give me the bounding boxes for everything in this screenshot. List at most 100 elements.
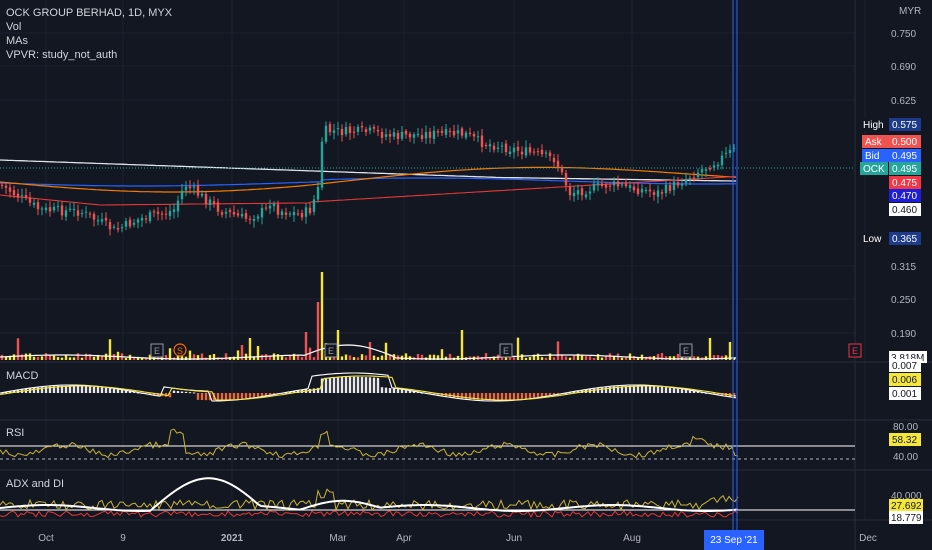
volume-bar <box>528 357 532 360</box>
macd-histogram-bar <box>500 393 504 401</box>
macd-histogram-bar <box>232 393 236 400</box>
candle-body <box>88 213 92 215</box>
candle-body <box>484 144 488 146</box>
volume-bar <box>304 332 308 360</box>
candle-body <box>128 219 132 227</box>
macd-histogram-bar <box>356 376 360 393</box>
macd-histogram-bar <box>396 389 400 393</box>
candle-body <box>592 183 596 191</box>
pane-label-macd[interactable]: MACD <box>6 370 38 382</box>
candle-body <box>444 129 448 135</box>
price-tag-label: Ask <box>865 137 883 148</box>
candle-body <box>480 135 484 147</box>
volume-bar <box>224 353 228 360</box>
candle-body <box>148 212 152 222</box>
macd-histogram-bar <box>104 387 108 393</box>
macd-histogram-bar <box>648 386 652 393</box>
candle-body <box>192 186 196 188</box>
macd-histogram-bar <box>248 393 252 398</box>
candle-body <box>364 129 368 133</box>
rsi-tag: 58.32 <box>892 435 917 446</box>
candle-body <box>468 132 472 134</box>
volume-bar <box>364 355 368 360</box>
volume-bar <box>104 353 108 360</box>
candle-body <box>280 211 284 215</box>
candle-body <box>564 172 568 186</box>
volume-bar <box>540 357 544 360</box>
candle-body <box>584 194 588 198</box>
candle-body <box>688 178 692 180</box>
pane-label-adx[interactable]: ADX and DI <box>6 478 64 490</box>
candle-body <box>60 205 64 216</box>
candle-body <box>40 208 44 210</box>
candle-body <box>132 222 136 225</box>
price-tag-value: 0.460 <box>892 205 917 216</box>
volume-bar <box>612 356 616 360</box>
candle-body <box>80 213 84 215</box>
candle-body <box>388 134 392 137</box>
candle-body <box>244 213 248 219</box>
price-axis-tick: 0.690 <box>891 62 916 73</box>
volume-bar <box>276 354 280 360</box>
candle-body <box>136 219 140 223</box>
candle-body <box>48 207 52 212</box>
volume-bar <box>280 356 284 360</box>
x-axis-label: Apr <box>396 533 412 544</box>
macd-histogram-bar <box>364 377 368 393</box>
candle-body <box>548 152 552 157</box>
chart-canvas[interactable]: E S E E E E 0.750 0.690 0.625 0.315 0.250 0.190 80.0… <box>0 0 932 550</box>
macd-histogram-bar <box>632 385 636 393</box>
candle-body <box>400 131 404 139</box>
volume-bar <box>320 272 324 360</box>
candle-body <box>448 130 452 132</box>
candle-body <box>28 197 32 203</box>
volume-bar <box>372 355 376 360</box>
volume-bar <box>584 356 588 360</box>
candle-body <box>52 206 56 211</box>
volume-bar <box>552 357 556 360</box>
macd-histogram-bar <box>528 393 532 399</box>
candle-body <box>96 220 100 222</box>
candle-body <box>580 188 584 196</box>
macd-histogram-bar <box>536 393 540 398</box>
price-tag-value: 0.495 <box>892 164 917 175</box>
pane-label-rsi[interactable]: RSI <box>6 427 24 439</box>
macd-histogram-bar <box>676 388 680 393</box>
volume-bar <box>56 357 60 360</box>
candle-body <box>684 178 688 183</box>
candle-body <box>224 211 228 214</box>
macd-histogram-bar <box>112 388 116 393</box>
x-axis-label: Jun <box>506 533 522 544</box>
volume-bar <box>80 357 84 360</box>
volume-bar <box>588 356 592 360</box>
candle-body <box>348 126 352 134</box>
candle-body <box>624 183 628 187</box>
candle-body <box>572 192 576 197</box>
candle-body <box>312 199 316 212</box>
volume-bar <box>44 353 48 360</box>
indicator-mas[interactable]: MAs <box>6 34 172 48</box>
macd-histogram-bar <box>312 388 316 393</box>
chart-title: OCK GROUP BERHAD, 1D, MYX <box>6 7 173 19</box>
indicator-vpvr[interactable]: VPVR: study_not_auth <box>6 48 172 62</box>
candle-body <box>308 207 312 214</box>
macd-histogram-bar <box>260 393 264 397</box>
volume-bar <box>716 355 720 360</box>
candle-body <box>332 130 336 133</box>
candle-body <box>204 193 208 205</box>
cursor-date-label: 23 Sep '21 <box>710 535 758 546</box>
candle-body <box>452 131 456 136</box>
macd-histogram-bar <box>240 393 244 399</box>
volume-bar <box>260 354 264 360</box>
volume-bar <box>340 356 344 360</box>
event-marker-label: S <box>177 346 183 356</box>
indicator-vol[interactable]: Vol <box>6 20 172 34</box>
candle-body <box>508 151 512 154</box>
macd-histogram-bar <box>236 393 240 400</box>
candle-body <box>216 202 220 212</box>
candle-body <box>532 151 536 153</box>
candle-body <box>704 169 708 171</box>
volume-bar <box>656 353 660 360</box>
volume-bar <box>256 346 260 360</box>
price-tag-value: 0.470 <box>892 191 917 202</box>
